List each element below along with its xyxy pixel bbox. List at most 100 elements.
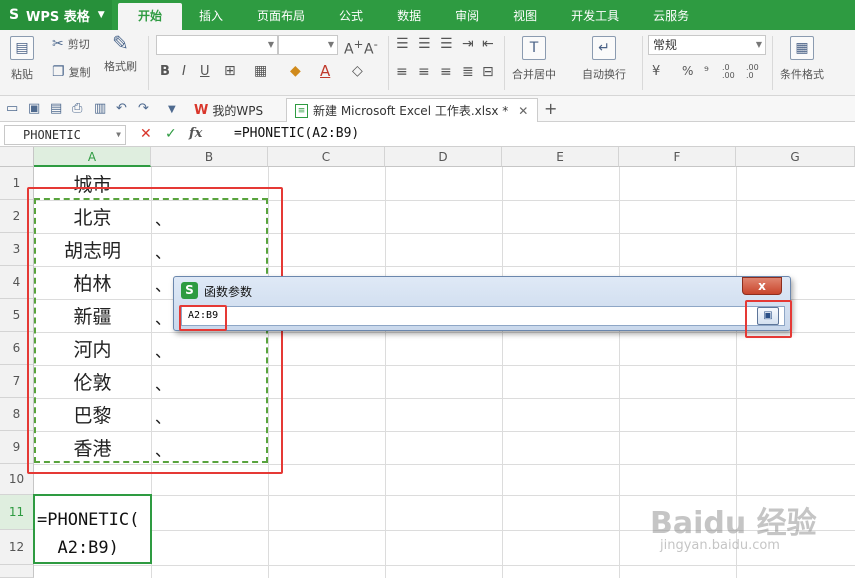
font-size-select[interactable]: ▼ — [278, 35, 338, 55]
formula-bar: PHONETIC ▼ ✕ ✓ fx =PHONETIC(A2:B9) — [0, 123, 855, 147]
brush-icon: ✎ — [112, 31, 129, 55]
cell-style-button[interactable]: ▦ — [254, 63, 267, 79]
range-reference-input[interactable]: A2:B9 — [181, 306, 785, 326]
close-icon[interactable]: ✕ — [518, 104, 528, 118]
bold-icon: B — [160, 64, 170, 79]
borders-button[interactable]: ⊞ — [224, 63, 236, 79]
column-header-d[interactable]: D — [385, 147, 502, 167]
percent-button[interactable]: % — [682, 64, 693, 78]
font-color-icon: A — [320, 62, 331, 80]
tab-page-layout[interactable]: 页面布局 — [240, 0, 322, 30]
align-middle-button[interactable]: ☰ — [418, 36, 431, 52]
font-name-select[interactable]: ▼ — [156, 35, 278, 55]
tab-my-wps[interactable]: W 我的WPS — [186, 98, 271, 122]
export-pdf-icon[interactable]: ▤ — [50, 101, 62, 116]
name-box[interactable]: PHONETIC ▼ — [4, 125, 126, 145]
shrink-font-button[interactable]: A- — [364, 37, 378, 58]
merge-center-button[interactable]: T 合并居中 — [512, 36, 556, 82]
comma-button[interactable]: ⁹ — [704, 64, 709, 78]
paste-button[interactable]: ▤ 粘贴 — [10, 36, 34, 82]
tab-formulas[interactable]: 公式 — [322, 0, 380, 30]
align-center-button[interactable]: ≡ — [418, 64, 430, 80]
tab-insert[interactable]: 插入 — [182, 0, 240, 30]
currency-button[interactable]: ¥ — [652, 64, 660, 79]
italic-button[interactable]: I — [182, 64, 186, 79]
align-bottom-button[interactable]: ☰ — [440, 36, 453, 52]
font-shrink-icon: A- — [364, 37, 378, 58]
number-format-select[interactable]: 常规 ▼ — [648, 35, 766, 55]
chevron-down-icon: ▼ — [97, 10, 105, 20]
column-header-g[interactable]: G — [736, 147, 855, 167]
wrap-text-label: 自动换行 — [582, 68, 626, 81]
chevron-down-icon[interactable]: ▼ — [168, 104, 176, 115]
underline-button[interactable]: U — [200, 64, 210, 79]
cancel-icon[interactable]: ✕ — [140, 126, 152, 142]
paste-label: 粘贴 — [11, 68, 33, 81]
new-tab-icon[interactable]: + — [544, 99, 557, 118]
decrease-decimal-button[interactable]: .00 .0 — [746, 64, 768, 80]
align-right-icon: ≡ — [440, 64, 452, 80]
tab-view[interactable]: 视图 — [496, 0, 554, 30]
print-icon[interactable]: ⎙ — [72, 101, 82, 116]
cut-button[interactable]: ✂ 剪切 — [52, 36, 90, 52]
copy-button[interactable]: ❐ 复制 — [52, 64, 91, 80]
chevron-down-icon: ▼ — [116, 130, 121, 139]
fill-color-button[interactable]: ◆ — [290, 63, 301, 79]
row-header-11[interactable]: 11 — [0, 495, 34, 530]
increase-decimal-button[interactable]: .0 .00 — [722, 64, 742, 80]
chevron-down-icon: ▼ — [267, 40, 274, 49]
undo-icon[interactable]: ↶ — [116, 101, 127, 116]
clear-format-button[interactable]: ◇ — [352, 63, 363, 79]
quick-access-bar: ▭ ▣ ▤ ⎙ ▥ ↶ ↷ ▼ W 我的WPS ≡ 新建 Microsoft E… — [0, 96, 855, 122]
redo-icon[interactable]: ↷ — [138, 101, 149, 116]
align-right-button[interactable]: ≡ — [440, 64, 452, 80]
grid-row-line — [34, 495, 855, 496]
print-preview-icon[interactable]: ▥ — [94, 101, 106, 116]
check-icon[interactable]: ✓ — [165, 126, 177, 142]
paste-icon: ▤ — [10, 36, 34, 60]
function-arguments-dialog[interactable]: S 函数参数 x A2:B9 ▣ — [173, 276, 791, 331]
grid-column-line — [502, 167, 503, 578]
insert-function-icon[interactable]: fx — [189, 126, 202, 141]
align-left-button[interactable]: ≡ — [396, 64, 408, 80]
bold-button[interactable]: B — [160, 64, 170, 79]
folder-icon[interactable]: ▭ — [6, 101, 18, 116]
font-color-button[interactable]: A — [320, 62, 330, 80]
column-header-a[interactable]: A — [34, 147, 151, 167]
formula-line-1: =PHONETIC( — [37, 510, 140, 530]
align-left-icon: ≡ — [396, 64, 408, 80]
app-menu-button[interactable]: S WPS 表格 ▼ — [0, 0, 112, 30]
column-header-e[interactable]: E — [502, 147, 619, 167]
tab-home[interactable]: 开始 — [118, 3, 183, 30]
align-top-button[interactable]: ☰ — [396, 36, 409, 52]
tab-data[interactable]: 数据 — [380, 0, 438, 30]
menu-bar: S WPS 表格 ▼ 开始 插入 页面布局 公式 数据 审阅 视图 开发工具 云… — [0, 0, 855, 30]
dialog-close-button[interactable]: x — [742, 277, 782, 295]
save-icon[interactable]: ▣ — [28, 101, 40, 116]
indent-icon: ⇥ — [462, 36, 474, 52]
distribute-button[interactable]: ⊟ — [482, 64, 494, 80]
row-header-13[interactable] — [0, 565, 34, 578]
column-header-b[interactable]: B — [151, 147, 268, 167]
close-icon: x — [758, 279, 766, 293]
align-center-icon: ≡ — [418, 64, 430, 80]
outdent-button[interactable]: ⇤ — [482, 36, 494, 52]
conditional-format-button[interactable]: ▦ 条件格式 — [780, 36, 824, 82]
underline-icon: U — [200, 64, 210, 79]
wrap-text-button[interactable]: ↵ 自动换行 — [582, 36, 626, 82]
tab-developer[interactable]: 开发工具 — [554, 0, 636, 30]
select-all-corner[interactable] — [0, 147, 34, 167]
justify-button[interactable]: ≣ — [462, 64, 474, 80]
cut-label: 剪切 — [67, 38, 90, 51]
formula-input[interactable]: =PHONETIC(A2:B9) — [234, 126, 359, 141]
row-header-12[interactable]: 12 — [0, 530, 34, 565]
format-painter-label: 格式刷 — [104, 60, 137, 73]
grow-font-button[interactable]: A+ — [344, 37, 363, 58]
column-header-f[interactable]: F — [619, 147, 736, 167]
indent-button[interactable]: ⇥ — [462, 36, 474, 52]
column-header-c[interactable]: C — [268, 147, 385, 167]
tab-cloud-services[interactable]: 云服务 — [636, 0, 706, 30]
format-painter-button[interactable]: ✎ 格式刷 — [104, 31, 137, 74]
tab-review[interactable]: 审阅 — [438, 0, 496, 30]
tab-workbook[interactable]: ≡ 新建 Microsoft Excel 工作表.xlsx * ✕ — [286, 98, 538, 122]
